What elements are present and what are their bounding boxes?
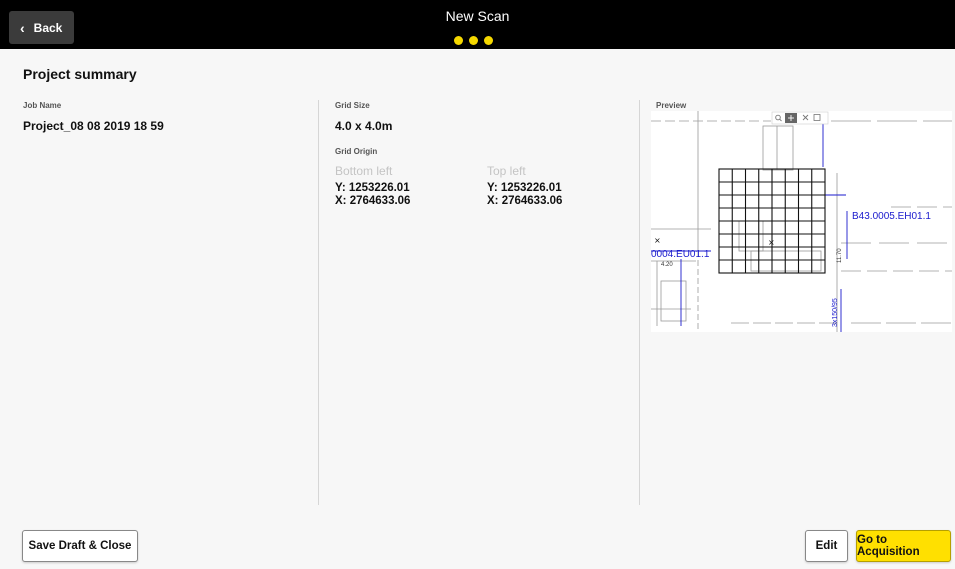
preview-drawing: × × B43.0005.EH01.1 0004.EU01.1 4.20 11.… [651,111,952,332]
save-draft-close-button[interactable]: Save Draft & Close [22,530,138,562]
left-annotation-label: 0004.EU01.1 [651,249,710,260]
origin-marker: × [768,238,775,247]
cable-label: 3x150/95 [832,298,839,327]
cable-lines [651,119,848,332]
column-divider [318,100,319,505]
column-divider [639,100,640,505]
step-indicator [454,36,493,45]
origin-bottom-left-y: Y: 1253226.01 [335,182,410,194]
go-to-acquisition-button[interactable]: Go to Acquisition [856,530,951,562]
edit-button[interactable]: Edit [805,530,848,562]
vertical-dimension-label: 11.70 [837,248,843,263]
origin-bottom-left-x: X: 2764633.06 [335,195,411,207]
origin-top-left-label: Top left [487,164,526,178]
top-bar: ‹ Back New Scan [0,0,955,49]
pan-icon[interactable] [785,113,797,123]
right-annotation-label: B43.0005.EH01.1 [852,211,931,222]
dimension-label: 4.20 [661,262,673,268]
origin-bottom-left-label: Bottom left [335,164,393,178]
map-toolbar [771,111,829,125]
job-name-caption: Job Name [23,101,62,110]
origin-top-left-y: Y: 1253226.01 [487,182,562,194]
step-dot [469,36,478,45]
step-dot [484,36,493,45]
step-dot [454,36,463,45]
grid-size-caption: Grid Size [335,101,370,110]
scan-grid [718,168,826,274]
page-title: New Scan [445,8,510,24]
preview-map[interactable]: × × B43.0005.EH01.1 0004.EU01.1 4.20 11.… [651,111,952,332]
grid-origin-caption: Grid Origin [335,147,378,156]
point-marker: × [654,236,661,245]
origin-top-left-x: X: 2764633.06 [487,195,563,207]
job-name-value: Project_08 08 2019 18 59 [23,119,164,133]
section-title: Project summary [23,66,137,82]
grid-size-value: 4.0 x 4.0m [335,119,393,133]
preview-caption: Preview [656,101,687,110]
